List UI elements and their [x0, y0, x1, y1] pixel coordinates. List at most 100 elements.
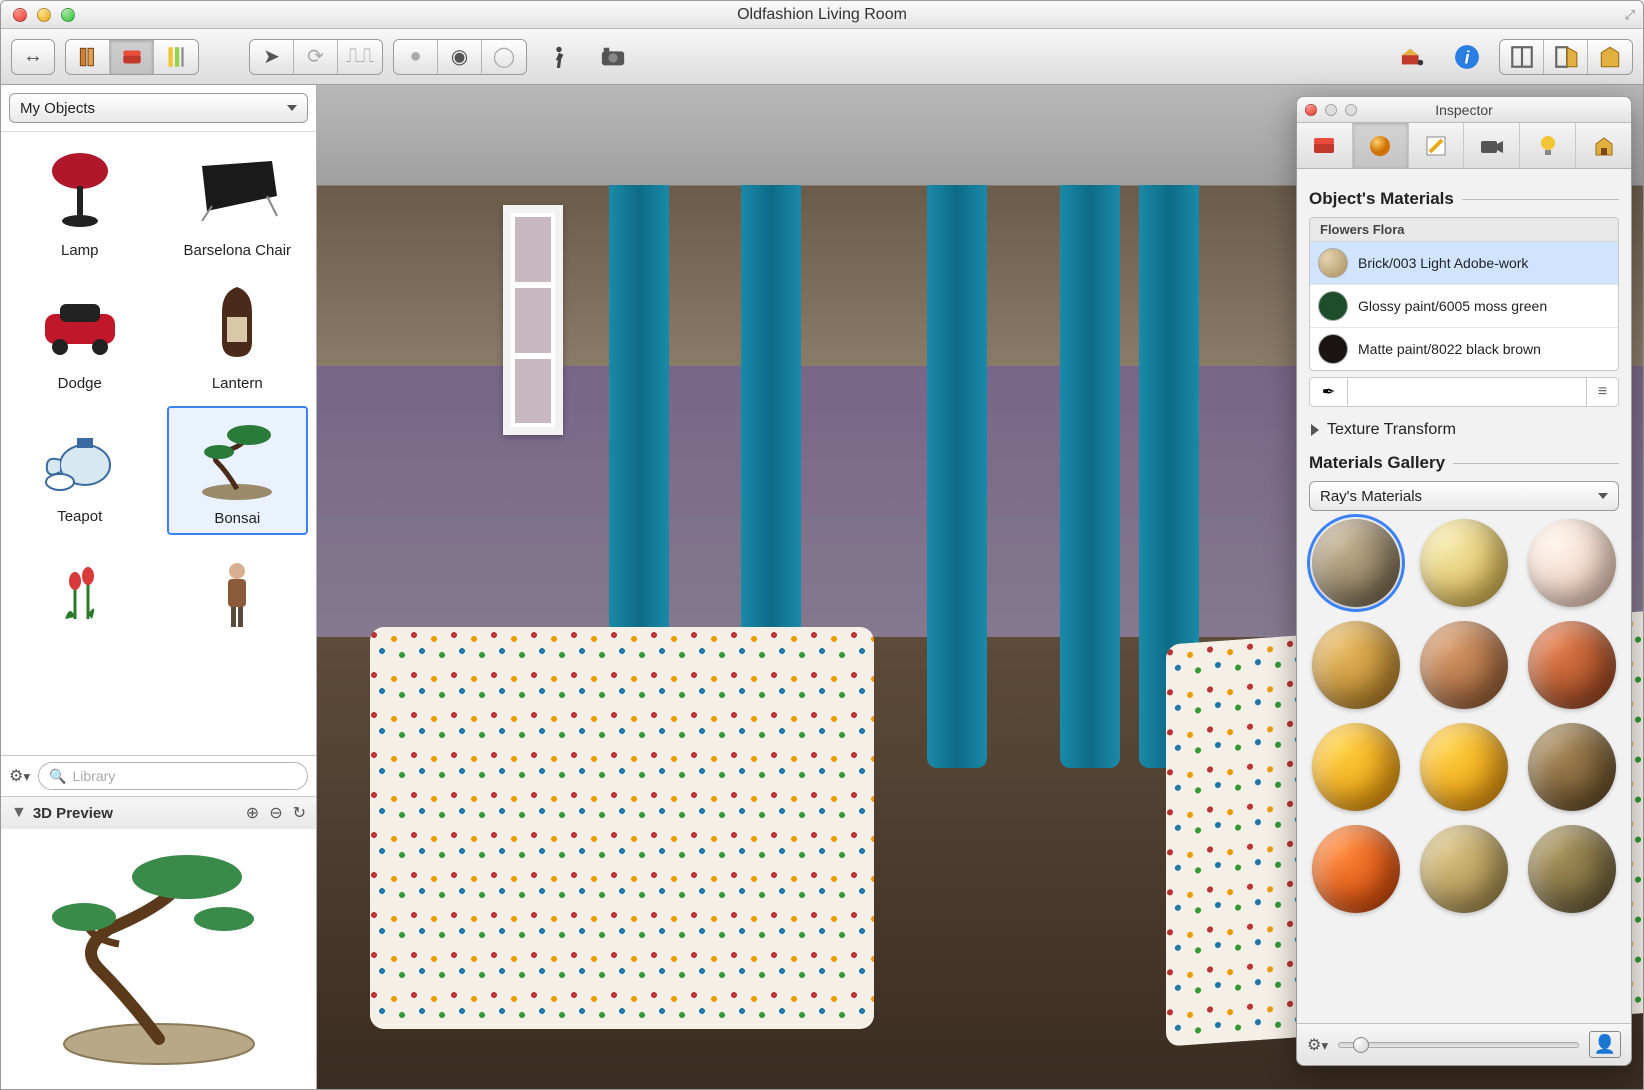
record-tools-segmented: ● ◉ ◯	[393, 39, 527, 75]
zoom-window-button[interactable]	[61, 8, 75, 22]
material-row[interactable]: Brick/003 Light Adobe-work	[1310, 242, 1618, 285]
material-label: Matte paint/8022 black brown	[1358, 341, 1541, 357]
close-window-button[interactable]	[13, 8, 27, 22]
preview-title: 3D Preview	[33, 805, 113, 822]
slider-knob[interactable]	[1353, 1037, 1369, 1053]
user-icon[interactable]: 👤	[1589, 1031, 1621, 1058]
inspector-tab-camera[interactable]	[1464, 123, 1520, 168]
materials-section-title: Object's Materials	[1309, 189, 1454, 209]
gallery-section-title: Materials Gallery	[1309, 453, 1445, 473]
zoom-out-icon[interactable]: ⊖	[269, 803, 282, 823]
inspector-footer: ⚙▾ 👤	[1297, 1023, 1631, 1065]
object-grid: Lamp Barselona Chair Dodge Lantern Teapo…	[1, 132, 316, 755]
window-title: Oldfashion Living Room	[1, 6, 1643, 24]
rotate-tool[interactable]: ⟳	[294, 40, 338, 74]
split-tool[interactable]: ⎍⎍	[338, 40, 382, 74]
gear-icon[interactable]: ⚙▾	[9, 766, 30, 786]
object-item-dodge[interactable]: Dodge	[9, 273, 151, 398]
3d-warehouse-button[interactable]	[1391, 39, 1435, 75]
disclosure-triangle-icon[interactable]: ▼	[11, 804, 27, 822]
window-controls	[1, 8, 75, 22]
inspector-tab-project[interactable]	[1576, 123, 1631, 168]
material-object-name: Flowers Flora	[1310, 218, 1618, 242]
inspector-minimize-button[interactable]	[1325, 104, 1337, 116]
material-swatch-icon	[1318, 334, 1348, 364]
object-label: Lantern	[173, 375, 303, 392]
chevron-down-icon	[287, 105, 297, 111]
material-sphere[interactable]	[1528, 621, 1616, 709]
library-mode-segmented	[65, 39, 199, 75]
material-sphere[interactable]	[1312, 621, 1400, 709]
material-label: Brick/003 Light Adobe-work	[1358, 255, 1528, 271]
material-sphere[interactable]	[1420, 825, 1508, 913]
eyedropper-icon[interactable]: ✒	[1310, 378, 1348, 406]
pointer-tool[interactable]: ➤	[250, 40, 294, 74]
snapshot-button[interactable]	[591, 39, 635, 75]
material-sphere[interactable]	[1420, 621, 1508, 709]
inspector-tab-object[interactable]	[1297, 123, 1353, 168]
object-item-teapot[interactable]: Teapot	[9, 406, 151, 535]
object-category-dropdown[interactable]: My Objects	[9, 93, 308, 123]
building-library-tab[interactable]	[66, 40, 110, 74]
object-item-barselona-chair[interactable]: Barselona Chair	[167, 140, 309, 265]
preview-3d[interactable]	[1, 829, 316, 1089]
material-picker-row: ✒ ≡	[1309, 377, 1619, 407]
record-mid-button[interactable]: ◉	[438, 40, 482, 74]
zoom-slider[interactable]	[1338, 1042, 1579, 1048]
inspector-tab-materials[interactable]	[1353, 123, 1409, 168]
sidebar-footer: ⚙▾ 🔍 Library	[1, 755, 316, 796]
material-sphere[interactable]	[1420, 723, 1508, 811]
material-sphere[interactable]	[1312, 825, 1400, 913]
view-2d3d-button[interactable]	[1544, 40, 1588, 74]
walkthrough-button[interactable]	[537, 39, 581, 75]
texture-transform-label: Texture Transform	[1327, 421, 1456, 439]
measurement-library-tab[interactable]	[154, 40, 198, 74]
material-sphere[interactable]	[1528, 825, 1616, 913]
object-item-person[interactable]	[167, 543, 309, 651]
material-sphere[interactable]	[1528, 519, 1616, 607]
material-row[interactable]: Glossy paint/6005 moss green	[1310, 285, 1618, 328]
view-2d-button[interactable]	[1500, 40, 1544, 74]
material-row[interactable]: Matte paint/8022 black brown	[1310, 328, 1618, 370]
object-item-tulips[interactable]	[9, 543, 151, 651]
object-item-lamp[interactable]: Lamp	[9, 140, 151, 265]
texture-transform-toggle[interactable]: Texture Transform	[1311, 421, 1617, 439]
minimize-window-button[interactable]	[37, 8, 51, 22]
inspector-zoom-button[interactable]	[1345, 104, 1357, 116]
object-label: Dodge	[15, 375, 145, 392]
record-start-button[interactable]: ●	[394, 40, 438, 74]
edit-tools-segmented: ➤ ⟳ ⎍⎍	[249, 39, 383, 75]
search-icon: 🔍	[49, 768, 66, 785]
menu-icon[interactable]: ≡	[1586, 378, 1618, 406]
zoom-in-icon[interactable]: ⊕	[246, 803, 259, 823]
library-search-input[interactable]: 🔍 Library	[38, 762, 308, 790]
inspector-titlebar[interactable]: Inspector	[1297, 97, 1631, 123]
gallery-dropdown[interactable]: Ray's Materials	[1309, 481, 1619, 511]
nav-back-forward-button[interactable]: ↔	[11, 39, 55, 75]
material-sphere[interactable]	[1528, 723, 1616, 811]
inspector-close-button[interactable]	[1305, 104, 1317, 116]
furniture-library-tab[interactable]	[110, 40, 154, 74]
object-item-bonsai[interactable]: Bonsai	[167, 406, 309, 535]
material-sphere[interactable]	[1420, 519, 1508, 607]
dropdown-label: My Objects	[20, 100, 95, 117]
material-name-input[interactable]	[1348, 378, 1586, 406]
inspector-tab-edit[interactable]	[1409, 123, 1465, 168]
info-button[interactable]: i	[1445, 39, 1489, 75]
material-sphere[interactable]	[1312, 723, 1400, 811]
object-item-lantern[interactable]: Lantern	[167, 273, 309, 398]
app-window: Oldfashion Living Room ⤢ ↔ ➤ ⟳ ⎍⎍ ● ◉ ◯ …	[0, 0, 1644, 1090]
gear-icon[interactable]: ⚙▾	[1307, 1035, 1328, 1055]
fullscreen-icon[interactable]: ⤢	[1625, 7, 1635, 23]
refresh-icon[interactable]: ↻	[293, 803, 306, 823]
chevron-down-icon	[1598, 493, 1608, 499]
materials-gallery-grid	[1309, 511, 1619, 921]
inspector-tab-light[interactable]	[1520, 123, 1576, 168]
object-label: Lamp	[15, 242, 145, 259]
object-label: Barselona Chair	[173, 242, 303, 259]
materials-list: Flowers Flora Brick/003 Light Adobe-work…	[1309, 217, 1619, 371]
inspector-panel: Inspector Object's Materials Flowers Flo…	[1296, 96, 1632, 1066]
material-sphere[interactable]	[1312, 519, 1400, 607]
record-stop-button[interactable]: ◯	[482, 40, 526, 74]
view-3d-button[interactable]	[1588, 40, 1632, 74]
